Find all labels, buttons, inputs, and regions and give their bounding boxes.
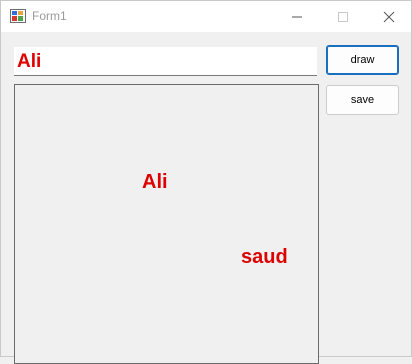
maximize-button[interactable] xyxy=(320,1,366,32)
draw-button[interactable]: draw xyxy=(326,45,399,75)
form1-window: Form1 draw save Ali saud xyxy=(0,0,412,364)
drawing-canvas[interactable]: Ali saud xyxy=(14,84,319,364)
minimize-button[interactable] xyxy=(274,1,320,32)
maximize-icon xyxy=(338,11,348,22)
minimize-icon xyxy=(292,16,302,17)
window-title: Form1 xyxy=(32,9,67,23)
close-button[interactable] xyxy=(366,1,412,32)
save-button[interactable]: save xyxy=(326,85,399,115)
winforms-app-icon xyxy=(10,9,26,23)
name-text-input[interactable] xyxy=(14,47,317,76)
title-bar[interactable]: Form1 xyxy=(1,1,411,32)
canvas-text-ali: Ali xyxy=(142,171,168,193)
canvas-text-saud: saud xyxy=(241,246,288,268)
close-icon xyxy=(383,11,395,22)
